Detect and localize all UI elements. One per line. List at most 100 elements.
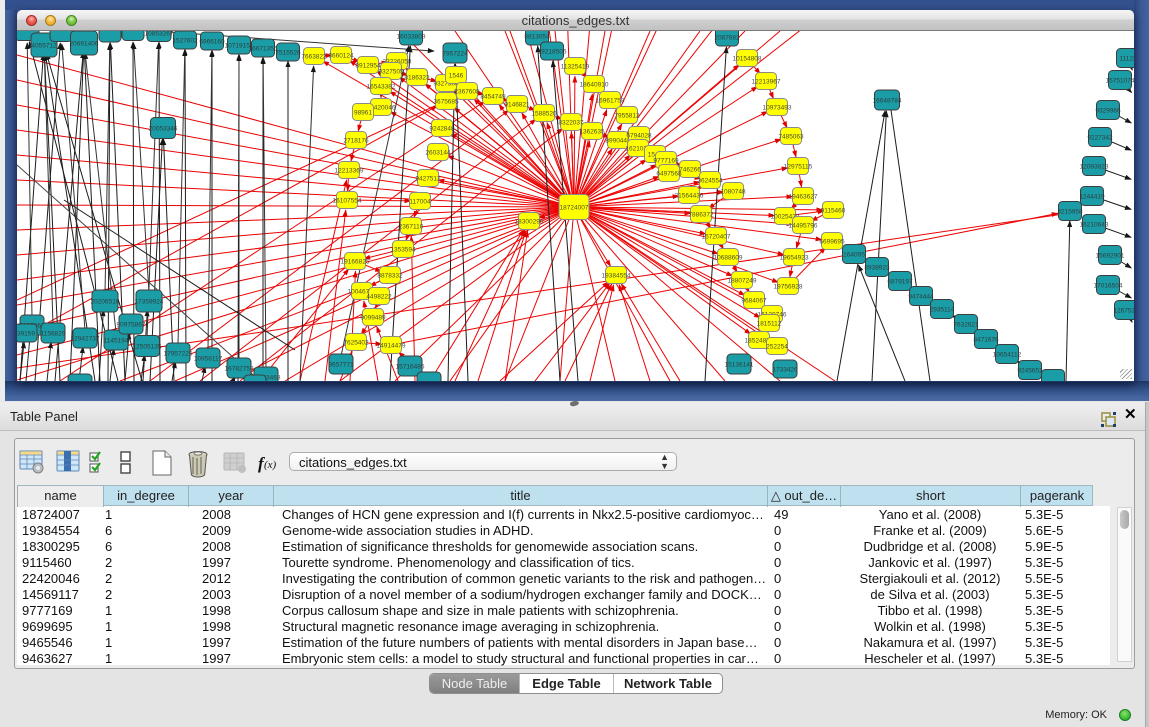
svg-text:1080748: 1080748 [720, 189, 746, 196]
svg-text:1244419: 1244419 [1079, 194, 1105, 201]
svg-text:1362635: 1362635 [579, 129, 605, 136]
svg-text:4055712: 4055712 [31, 43, 57, 50]
svg-text:8322037: 8322037 [558, 120, 584, 127]
svg-text:16961758: 16961758 [596, 98, 625, 105]
svg-text:8813054: 8813054 [524, 34, 550, 41]
svg-text:1733426: 1733426 [772, 367, 798, 374]
svg-text:8938923: 8938923 [864, 265, 890, 272]
svg-text:9245652: 9245652 [1017, 368, 1043, 375]
svg-text:98961: 98961 [354, 110, 372, 117]
svg-text:1588520: 1588520 [531, 111, 557, 118]
svg-text:2603144: 2603144 [425, 150, 451, 157]
svg-text:9327505: 9327505 [378, 69, 404, 76]
svg-text:12505135: 12505135 [133, 344, 162, 351]
svg-text:9427512: 9427512 [415, 176, 441, 183]
svg-text:15716485: 15716485 [396, 364, 425, 371]
svg-text:9329966: 9329966 [1095, 108, 1121, 115]
svg-text:20691406: 20691406 [70, 41, 99, 48]
svg-text:8186323: 8186323 [404, 75, 430, 82]
svg-text:17957225: 17957225 [164, 351, 193, 358]
svg-text:7632621: 7632621 [953, 322, 979, 329]
svg-text:17016504: 17016504 [1094, 283, 1123, 290]
svg-text:(x): (x) [264, 459, 277, 471]
svg-text:3624554: 3624554 [697, 178, 723, 185]
svg-text:21564436: 21564436 [675, 193, 704, 200]
svg-text:19166825: 19166825 [341, 259, 370, 266]
svg-text:2087682: 2087682 [714, 35, 740, 42]
svg-text:8454749: 8454749 [480, 94, 506, 101]
svg-text:9115460: 9115460 [821, 208, 846, 215]
svg-text:11123: 11123 [1119, 56, 1134, 63]
svg-text:12213369: 12213369 [335, 168, 364, 175]
svg-text:9474444: 9474444 [908, 294, 934, 301]
svg-text:10958117: 10958117 [194, 356, 223, 363]
svg-text:12975115: 12975115 [784, 164, 813, 171]
svg-text:3215958: 3215958 [1057, 209, 1083, 216]
svg-text:9227342: 9227342 [1087, 135, 1113, 142]
svg-text:10654112: 10654112 [993, 352, 1022, 359]
svg-text:16782759: 16782759 [225, 366, 254, 373]
svg-text:9242848: 9242848 [429, 126, 455, 133]
svg-text:1156829: 1156829 [41, 331, 66, 338]
svg-text:10973493: 10973493 [763, 105, 792, 112]
svg-text:10853267: 10853267 [145, 31, 174, 38]
svg-text:14495796: 14495796 [789, 223, 818, 230]
svg-text:1527602: 1527602 [172, 38, 198, 45]
svg-text:15720407: 15720407 [702, 234, 731, 241]
svg-text:16107554: 16107554 [333, 198, 362, 205]
svg-text:18300295: 18300295 [515, 219, 544, 226]
svg-text:8878332: 8878332 [377, 273, 403, 280]
svg-text:12942737: 12942737 [71, 336, 100, 343]
svg-text:15136141: 15136141 [725, 362, 754, 369]
svg-text:17359924: 17359924 [135, 299, 164, 306]
svg-text:6794028: 6794028 [626, 133, 652, 140]
svg-text:8471676: 8471676 [973, 337, 999, 344]
svg-text:16210643: 16210643 [1080, 222, 1109, 229]
svg-text:1145194: 1145194 [104, 338, 129, 345]
svg-text:7625402: 7625402 [343, 340, 369, 347]
svg-text:12213967: 12213967 [752, 79, 781, 86]
svg-text:7515526: 7515526 [275, 50, 301, 57]
svg-text:15692901: 15692901 [1096, 253, 1125, 260]
svg-text:7957224: 7957224 [442, 51, 468, 58]
svg-text:19384554: 19384554 [602, 273, 631, 280]
svg-text:9777169: 9777169 [653, 158, 679, 165]
svg-text:7955812: 7955812 [614, 113, 640, 120]
svg-text:16543382: 16543382 [367, 84, 396, 91]
svg-text:18807249: 18807249 [728, 278, 757, 285]
svg-text:8912954: 8912954 [355, 63, 381, 70]
svg-text:19218506: 19218506 [538, 49, 567, 56]
svg-text:1353594: 1353594 [390, 247, 416, 254]
svg-text:1546: 1546 [449, 73, 464, 80]
svg-text:164095: 164095 [843, 252, 865, 259]
svg-text:19756928: 19756928 [774, 284, 803, 291]
svg-text:2367110: 2367110 [399, 224, 424, 231]
svg-text:6879197: 6879197 [887, 279, 913, 286]
svg-text:10154808: 10154808 [733, 56, 762, 63]
svg-text:3675685: 3675685 [433, 99, 459, 106]
svg-text:8660124: 8660124 [328, 53, 354, 60]
svg-text:90975867: 90975867 [117, 322, 146, 329]
svg-text:2935114: 2935114 [930, 307, 955, 314]
svg-text:7886372: 7886372 [688, 212, 714, 219]
svg-text:16033809: 16033809 [397, 34, 426, 41]
svg-text:2367608: 2367608 [454, 89, 480, 96]
svg-text:20206516: 20206516 [91, 299, 120, 306]
svg-text:252254: 252254 [766, 344, 788, 351]
svg-text:20053346: 20053346 [149, 126, 178, 133]
svg-text:9099489: 9099489 [360, 315, 386, 322]
svg-text:7485063: 7485063 [778, 134, 804, 141]
svg-text:9657771: 9657771 [328, 362, 354, 369]
svg-text:18724007: 18724007 [560, 205, 589, 212]
svg-text:4498222: 4498222 [366, 294, 392, 301]
svg-text:6497568: 6497568 [656, 171, 682, 178]
svg-text:19463627: 19463627 [789, 194, 818, 201]
svg-text:7663822: 7663822 [301, 54, 327, 61]
svg-text:14914479: 14914479 [377, 343, 406, 350]
svg-text:1267533: 1267533 [1113, 308, 1134, 315]
svg-text:117004: 117004 [409, 199, 431, 206]
svg-text:9684067: 9684067 [741, 298, 767, 305]
svg-text:746266: 746266 [679, 167, 701, 174]
svg-text:9146821: 9146821 [504, 102, 530, 109]
svg-text:11325419: 11325419 [561, 64, 590, 71]
